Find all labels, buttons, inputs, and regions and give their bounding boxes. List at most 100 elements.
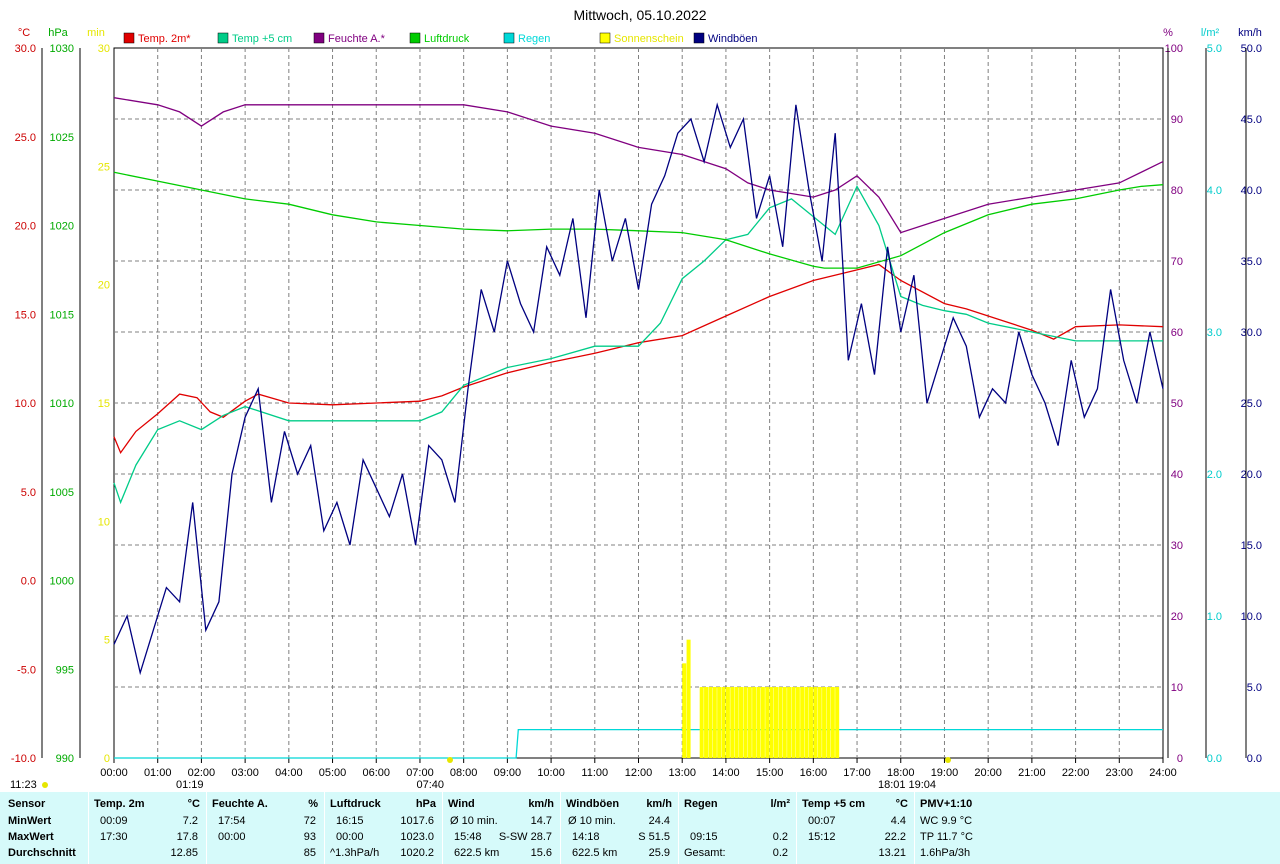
stats-temp5cm-max-value: 22.2	[884, 831, 906, 843]
stats-temp2m-min-time: 00:09	[100, 815, 128, 827]
stats-luftdruck-max-time: 00:00	[336, 831, 364, 843]
stats-pmv-header: PMV+1:10	[920, 798, 973, 810]
stats-luftdruck-min-time: 16:15	[336, 815, 364, 827]
stats-temp2m-header: Temp. 2m	[94, 798, 145, 810]
stats-temp5cm-max-time: 15:12	[808, 831, 836, 843]
stats-feuchte-unit: %	[308, 798, 318, 810]
y-tick-label-temp: 15.0	[15, 309, 36, 321]
stats-windboeen-unit: km/h	[646, 798, 672, 810]
x-tick-label: 08:00	[450, 767, 478, 779]
corner-time-label: 11:23	[10, 779, 37, 791]
x-tick-label: 20:00	[974, 767, 1002, 779]
y-tick-label-wind: 0.0	[1247, 753, 1262, 765]
stats-temp2m-max-time: 17:30	[100, 831, 128, 843]
x-tick-label: 15:00	[756, 767, 784, 779]
stats-pmv-dewpoint: TP 11.7 °C	[920, 831, 973, 843]
x-tick-label: 21:00	[1018, 767, 1046, 779]
y-tick-label-humidity: 10	[1171, 682, 1183, 694]
stats-feuchte-max-time: 00:00	[218, 831, 246, 843]
x-tick-label: 11:00	[581, 767, 608, 779]
sunshine-bar	[773, 687, 778, 758]
statistics-panel: Sensor MinWert MaxWert Durchschnitt Temp…	[0, 792, 1280, 864]
sunshine-bar	[743, 687, 748, 758]
sunshine-bar	[791, 687, 796, 758]
x-tick-label: 13:00	[668, 767, 696, 779]
stats-row-avg-label: Durchschnitt	[8, 847, 76, 859]
stats-windboeen-avg10-value: 24.4	[648, 815, 670, 827]
legend-swatch	[693, 32, 705, 44]
stats-temp2m-max-value: 17.8	[176, 831, 198, 843]
y-tick-label-wind: 40.0	[1241, 185, 1262, 197]
y-tick-label-humidity: 90	[1171, 114, 1183, 126]
stats-wind-header: Wind	[448, 798, 475, 810]
stats-regen-total-label: Gesamt:	[684, 847, 726, 859]
stats-wind-max-value: S-SW 28.7	[498, 831, 552, 843]
axis-unit-temp: °C	[18, 27, 30, 39]
legend-label: Feuchte A.*	[328, 33, 386, 45]
y-tick-label-humidity: 60	[1171, 327, 1183, 339]
stats-wind-avg10-value: 14.7	[530, 815, 552, 827]
y-tick-label-pressure: 1030	[50, 43, 74, 55]
y-tick-label-humidity: 20	[1171, 611, 1183, 623]
y-tick-label-rain: 5.0	[1207, 43, 1222, 55]
y-tick-label-wind: 20.0	[1241, 469, 1262, 481]
stats-wind-avg: 15.6	[530, 847, 552, 859]
stats-regen-max-value: 0.2	[772, 831, 788, 843]
legend-label: Windböen	[708, 33, 758, 45]
stats-temp5cm-header: Temp +5 cm	[802, 798, 866, 810]
stats-temp5cm-avg: 13.21	[878, 847, 906, 859]
stats-feuchte-min-value: 72	[303, 815, 316, 827]
stats-regen-column: Regen l/m² 09:15 0.2 Gesamt: 0.2	[678, 792, 797, 864]
y-tick-label-pressure: 1000	[50, 576, 74, 588]
stats-luftdruck-trend: ^1.3hPa/h	[330, 847, 380, 859]
sunshine-bar	[699, 687, 704, 758]
sunshine-bar	[747, 687, 752, 758]
y-tick-label-sun: 0	[104, 753, 110, 765]
sunset-icon	[945, 757, 951, 763]
x-tick-label: 05:00	[319, 767, 347, 779]
stats-wind-distance: 622.5 km	[454, 847, 500, 859]
axis-unit-sun: min	[87, 27, 105, 39]
y-tick-label-temp: 20.0	[15, 221, 36, 233]
sunshine-bar	[782, 687, 787, 758]
x-tick-label: 12:00	[625, 767, 653, 779]
y-tick-label-temp: 5.0	[21, 487, 36, 499]
sunshine-bar	[721, 687, 726, 758]
sunshine-bar	[704, 687, 709, 758]
y-tick-label-sun: 10	[98, 516, 110, 528]
stats-wind-max-time: 15:48	[454, 831, 482, 843]
sunshine-bar	[813, 687, 818, 758]
x-tick-label: 04:00	[275, 767, 303, 779]
stats-row-min-label: MinWert	[8, 815, 52, 827]
y-tick-label-temp: -5.0	[17, 664, 36, 676]
legend-label: Temp +5 cm	[232, 33, 292, 45]
y-tick-label-rain: 0.0	[1207, 753, 1222, 765]
stats-pmv-column: PMV+1:10 WC 9.9 °C TP 11.7 °C 1.6hPa/3h	[914, 792, 1280, 864]
x-tick-label: 17:00	[843, 767, 871, 779]
y-tick-label-pressure: 990	[56, 753, 74, 765]
sunshine-bar	[760, 687, 765, 758]
y-tick-label-wind: 35.0	[1241, 256, 1262, 268]
stats-windboeen-avg: 25.9	[648, 847, 670, 859]
y-tick-label-humidity: 30	[1171, 540, 1183, 552]
y-tick-label-humidity: 100	[1165, 43, 1183, 55]
stats-feuchte-column: Feuchte A. % 17:54 72 00:00 93 85	[206, 792, 325, 864]
x-tick-label: 10:00	[537, 767, 565, 779]
sunshine-bar	[817, 687, 822, 758]
sunshine-bar	[686, 639, 691, 758]
sunshine-bar	[804, 687, 809, 758]
stats-windboeen-max-value: S 51.5	[638, 831, 670, 843]
y-tick-label-sun: 20	[98, 280, 110, 292]
stats-wind-column: Wind km/h Ø 10 min. 14.7 15:48 S-SW 28.7…	[442, 792, 561, 864]
stats-windboeen-header: Windböen	[566, 798, 620, 810]
sunshine-bar	[752, 687, 757, 758]
chart-title: Mittwoch, 05.10.2022	[573, 7, 706, 23]
y-tick-label-wind: 15.0	[1241, 540, 1262, 552]
stats-temp2m-min-value: 7.2	[182, 815, 198, 827]
sunshine-bar	[734, 687, 739, 758]
y-tick-label-temp: 30.0	[15, 43, 36, 55]
sunrise-label: 07:40	[416, 779, 444, 791]
sunshine-bar	[787, 687, 792, 758]
x-tick-label: 07:00	[406, 767, 434, 779]
moonset-label: 18:01	[878, 779, 906, 791]
